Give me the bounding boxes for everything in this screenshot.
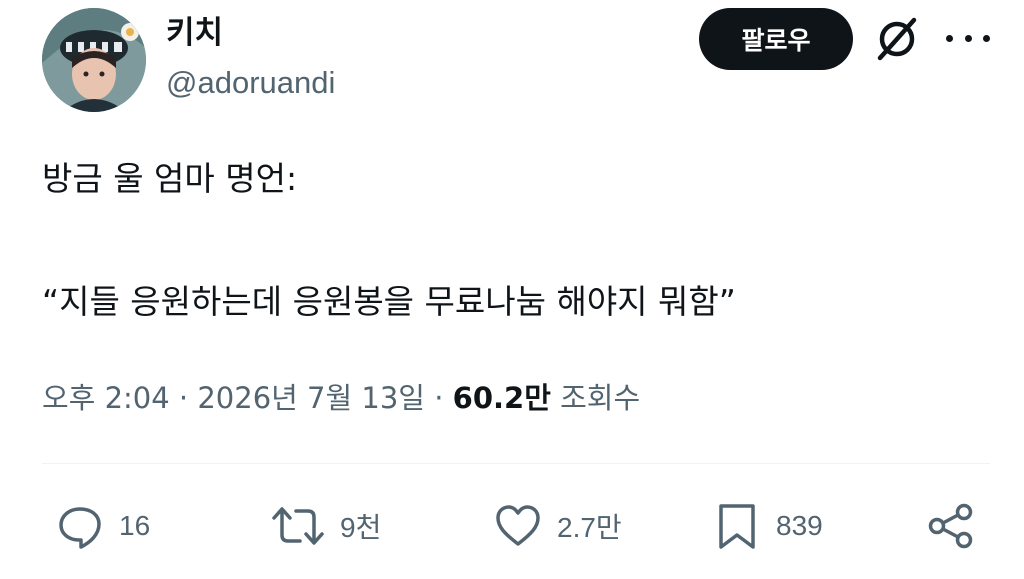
- more-icon[interactable]: [946, 18, 990, 58]
- retweet-count: 9천: [340, 512, 382, 543]
- avatar[interactable]: [42, 8, 146, 112]
- tweet-meta: 오후 2:04 · 2026년 7월 13일 · 60.2만 조회수: [42, 378, 640, 418]
- like-button[interactable]: 2.7만: [493, 500, 622, 552]
- tweet-text-line-1: 방금 울 엄마 명언:: [42, 159, 298, 198]
- grok-icon[interactable]: [872, 14, 922, 64]
- retweet-button[interactable]: 9천: [270, 500, 381, 552]
- reply-count: 16: [119, 510, 151, 541]
- bookmark-count: 839: [776, 510, 823, 541]
- bookmark-icon: [719, 504, 755, 549]
- divider: [42, 463, 990, 464]
- follow-button[interactable]: 팔로우: [699, 8, 853, 70]
- author-handle[interactable]: @adoruandi: [166, 64, 335, 102]
- bookmark-button[interactable]: 839: [712, 500, 823, 552]
- avatar-image: [42, 8, 146, 112]
- reply-icon: [59, 507, 101, 549]
- views-label: 조회수: [550, 381, 641, 415]
- share-button[interactable]: [926, 500, 976, 552]
- reply-button[interactable]: 16: [55, 500, 150, 552]
- tweet-text-line-2: “지들 응원하는데 응원봉을 무료나눔 해야지 뭐함”: [42, 282, 736, 321]
- retweet-icon: [272, 507, 324, 545]
- heart-icon: [496, 505, 540, 546]
- views-count: 60.2만: [452, 381, 551, 415]
- like-count: 2.7만: [557, 512, 622, 543]
- timestamp[interactable]: 오후 2:04 · 2026년 7월 13일 ·: [42, 381, 453, 415]
- author-name[interactable]: 키치: [166, 14, 223, 52]
- share-icon: [928, 503, 973, 549]
